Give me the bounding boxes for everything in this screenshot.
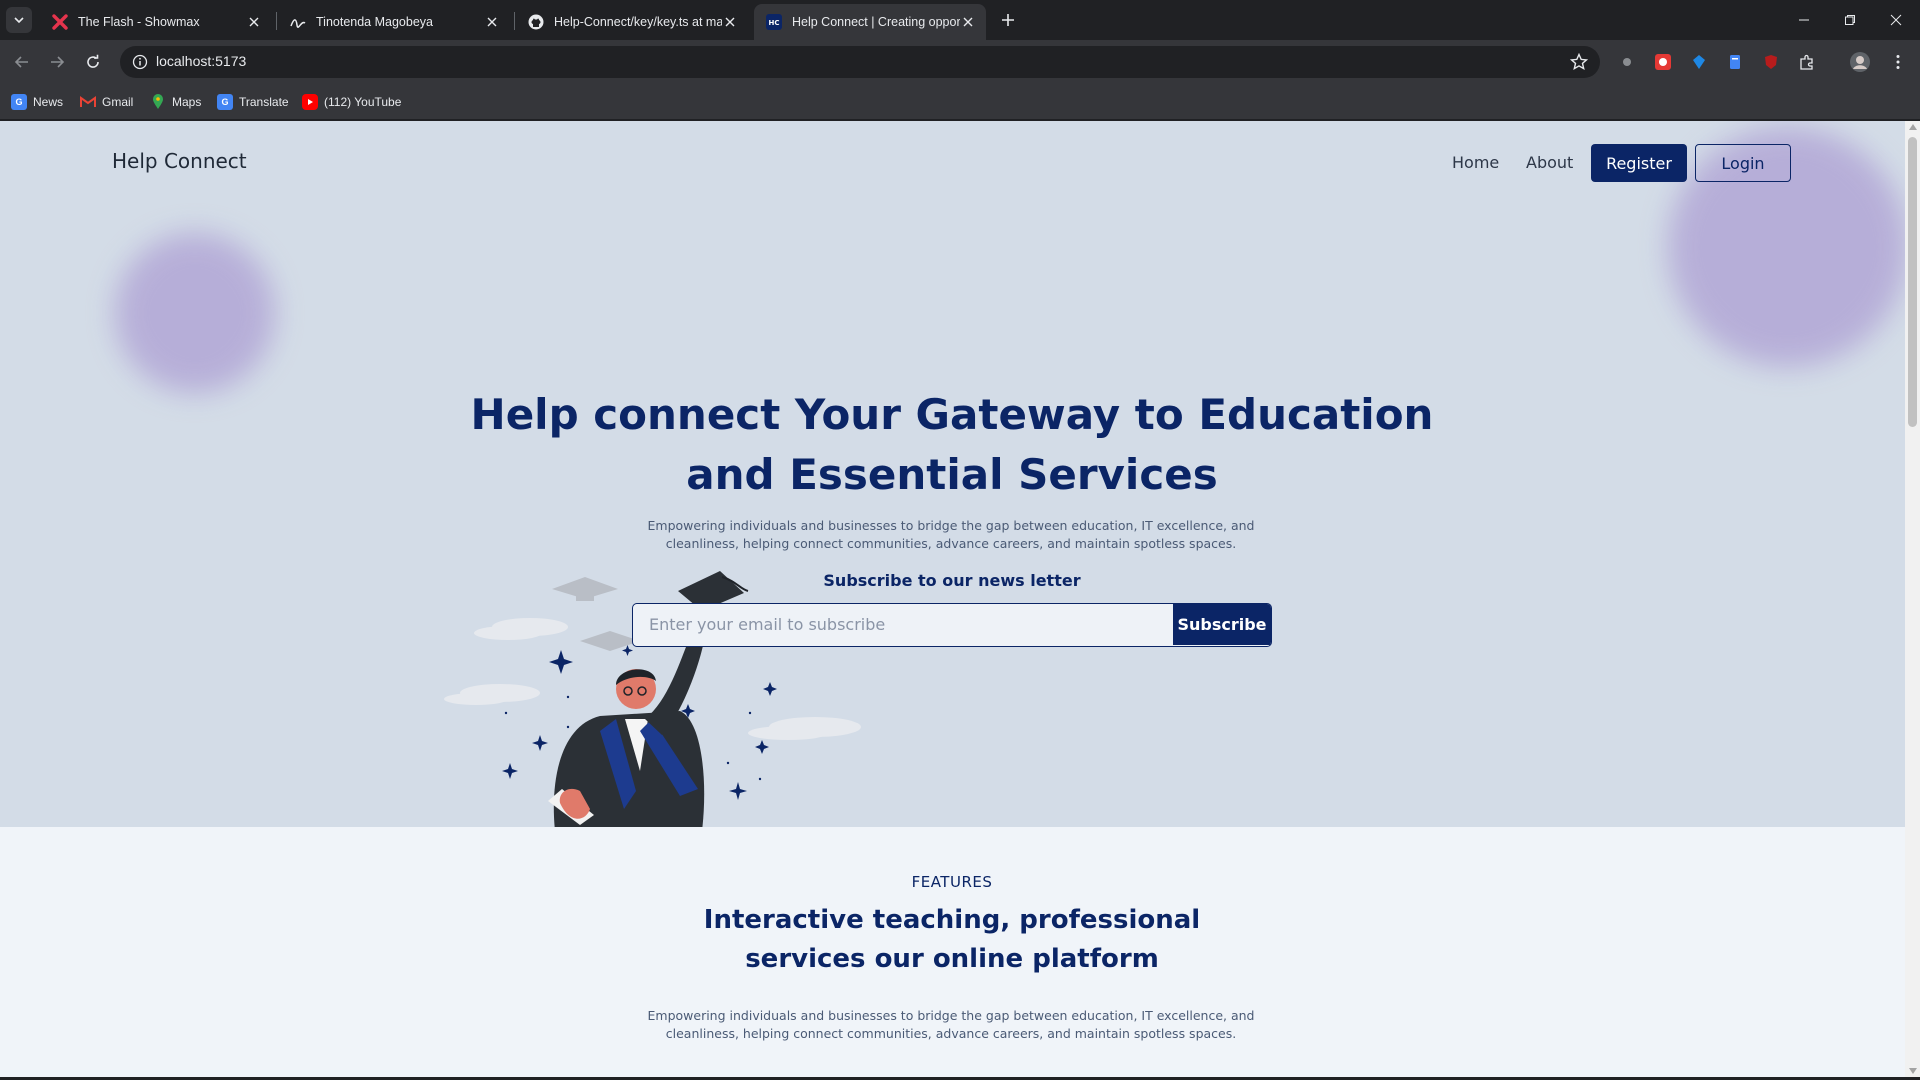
hero-title: Help connect Your Gateway to Education a…	[452, 385, 1452, 505]
reload-button[interactable]	[81, 50, 105, 74]
url-text: localhost:5173	[156, 53, 247, 69]
browser-tab[interactable]: The Flash - Showmax	[40, 4, 272, 40]
bookmark-label: Maps	[172, 95, 202, 109]
scroll-down-arrow-icon[interactable]	[1909, 1068, 1917, 1074]
plus-icon	[1002, 14, 1014, 26]
tab-strip: The Flash - Showmax Tinotenda Magobeya H…	[0, 0, 1920, 40]
bookmark-youtube[interactable]: (112) YouTube	[302, 92, 401, 112]
subscribe-button[interactable]: Subscribe	[1173, 604, 1271, 645]
close-icon	[1890, 14, 1902, 26]
nav-about-link[interactable]: About	[1526, 153, 1573, 172]
bookmark-gmail[interactable]: Gmail	[80, 92, 133, 112]
extension-icon[interactable]	[1689, 52, 1709, 72]
address-bar[interactable]: localhost:5173	[120, 46, 1600, 78]
arrow-right-icon	[51, 56, 65, 68]
page-viewport: Help Connect Home About Register Login H…	[0, 121, 1905, 1077]
tab-search-button[interactable]	[6, 7, 32, 33]
extension-icon[interactable]	[1653, 52, 1673, 72]
register-button[interactable]: Register	[1591, 144, 1687, 182]
browser-tab-active[interactable]: HC Help Connect | Creating opport	[754, 4, 986, 40]
nav-home-link[interactable]: Home	[1452, 153, 1499, 172]
tab-divider	[276, 12, 277, 30]
features-title-line: Interactive teaching, professional	[703, 905, 1201, 935]
hero-subtitle-line: cleanliness, helping connect communities…	[665, 536, 1237, 551]
avatar[interactable]	[1850, 52, 1870, 72]
tab-divider	[514, 12, 515, 30]
close-icon[interactable]	[960, 14, 976, 30]
bookmark-translate[interactable]: G Translate	[217, 92, 289, 112]
info-icon[interactable]	[132, 54, 148, 70]
decorative-blob	[115, 233, 275, 393]
youtube-icon	[302, 94, 318, 110]
restore-icon	[1845, 15, 1855, 25]
ublock-icon[interactable]	[1761, 52, 1781, 72]
minimize-button[interactable]	[1781, 0, 1827, 40]
minimize-icon	[1799, 19, 1809, 21]
translate-icon: G	[217, 94, 233, 110]
bookmark-news[interactable]: G News	[11, 92, 63, 112]
page-scrollbar[interactable]	[1905, 121, 1920, 1077]
arrow-left-icon	[14, 56, 28, 68]
email-input[interactable]	[633, 604, 1173, 645]
scrollbar-thumb[interactable]	[1908, 137, 1917, 427]
brand-logo[interactable]: Help Connect	[112, 149, 247, 173]
puzzle-icon[interactable]	[1797, 52, 1817, 72]
features-eyebrow: FEATURES	[911, 873, 993, 891]
tab-title: Help Connect | Creating opport	[792, 15, 960, 29]
reload-icon	[87, 54, 99, 68]
hero-title-line: and Essential Services	[686, 450, 1218, 499]
bookmark-label: News	[33, 95, 64, 109]
hero-title-line: Help connect Your Gateway to Education	[470, 390, 1434, 439]
kebab-menu-icon[interactable]	[1888, 52, 1908, 72]
features-subtitle-line: Empowering individuals and businesses to…	[647, 1008, 1255, 1023]
close-icon[interactable]	[484, 14, 500, 30]
features-title-line: services our online platform	[745, 944, 1159, 974]
close-icon[interactable]	[722, 14, 738, 30]
new-tab-button[interactable]	[996, 8, 1020, 32]
tab-title: Help-Connect/key/key.ts at ma	[554, 15, 722, 29]
tab-title: The Flash - Showmax	[78, 15, 200, 29]
newsletter-label: Subscribe to our news letter	[823, 571, 1081, 590]
browser-tab[interactable]: Tinotenda Magobeya	[278, 4, 510, 40]
svg-text:HC: HC	[769, 19, 780, 27]
features-subtitle-line: cleanliness, helping connect communities…	[665, 1026, 1237, 1041]
showmax-x-icon	[52, 14, 68, 30]
window-close-button[interactable]	[1873, 0, 1919, 40]
chevron-down-icon	[14, 17, 24, 24]
features-subtitle: Empowering individuals and businesses to…	[630, 1007, 1272, 1043]
hero-subtitle: Empowering individuals and businesses to…	[630, 517, 1272, 553]
bookmark-label: Translate	[239, 95, 289, 109]
bookmarks-bar: G News Gmail Maps G Translate (112) YouT…	[0, 84, 1920, 120]
hero-section: Help Connect Home About Register Login H…	[0, 121, 1905, 827]
features-title: Interactive teaching, professional servi…	[652, 901, 1252, 979]
bookmark-maps[interactable]: Maps	[150, 92, 201, 112]
close-icon[interactable]	[246, 14, 262, 30]
browser-toolbar: localhost:5173	[0, 40, 1920, 84]
restore-button[interactable]	[1827, 0, 1873, 40]
newsletter-form: Subscribe	[632, 603, 1272, 647]
gmail-icon	[80, 94, 96, 110]
maps-icon	[150, 94, 166, 110]
extension-icon[interactable]	[1617, 52, 1637, 72]
back-button[interactable]	[10, 50, 34, 74]
star-icon[interactable]	[1570, 53, 1588, 71]
signature-icon	[290, 14, 306, 30]
github-icon	[528, 14, 544, 30]
news-icon: G	[11, 94, 27, 110]
bookmark-label: Gmail	[102, 95, 134, 109]
hc-icon: HC	[766, 14, 782, 30]
scroll-up-arrow-icon[interactable]	[1909, 124, 1917, 130]
hero-subtitle-line: Empowering individuals and businesses to…	[647, 518, 1255, 533]
bookmark-label: (112) YouTube	[324, 95, 402, 109]
login-button[interactable]: Login	[1695, 144, 1791, 182]
forward-button[interactable]	[45, 50, 69, 74]
browser-tab[interactable]: Help-Connect/key/key.ts at ma	[516, 4, 748, 40]
extension-icon[interactable]	[1725, 52, 1745, 72]
tab-title: Tinotenda Magobeya	[316, 15, 433, 29]
features-section: FEATURES Interactive teaching, professio…	[0, 827, 1905, 1077]
